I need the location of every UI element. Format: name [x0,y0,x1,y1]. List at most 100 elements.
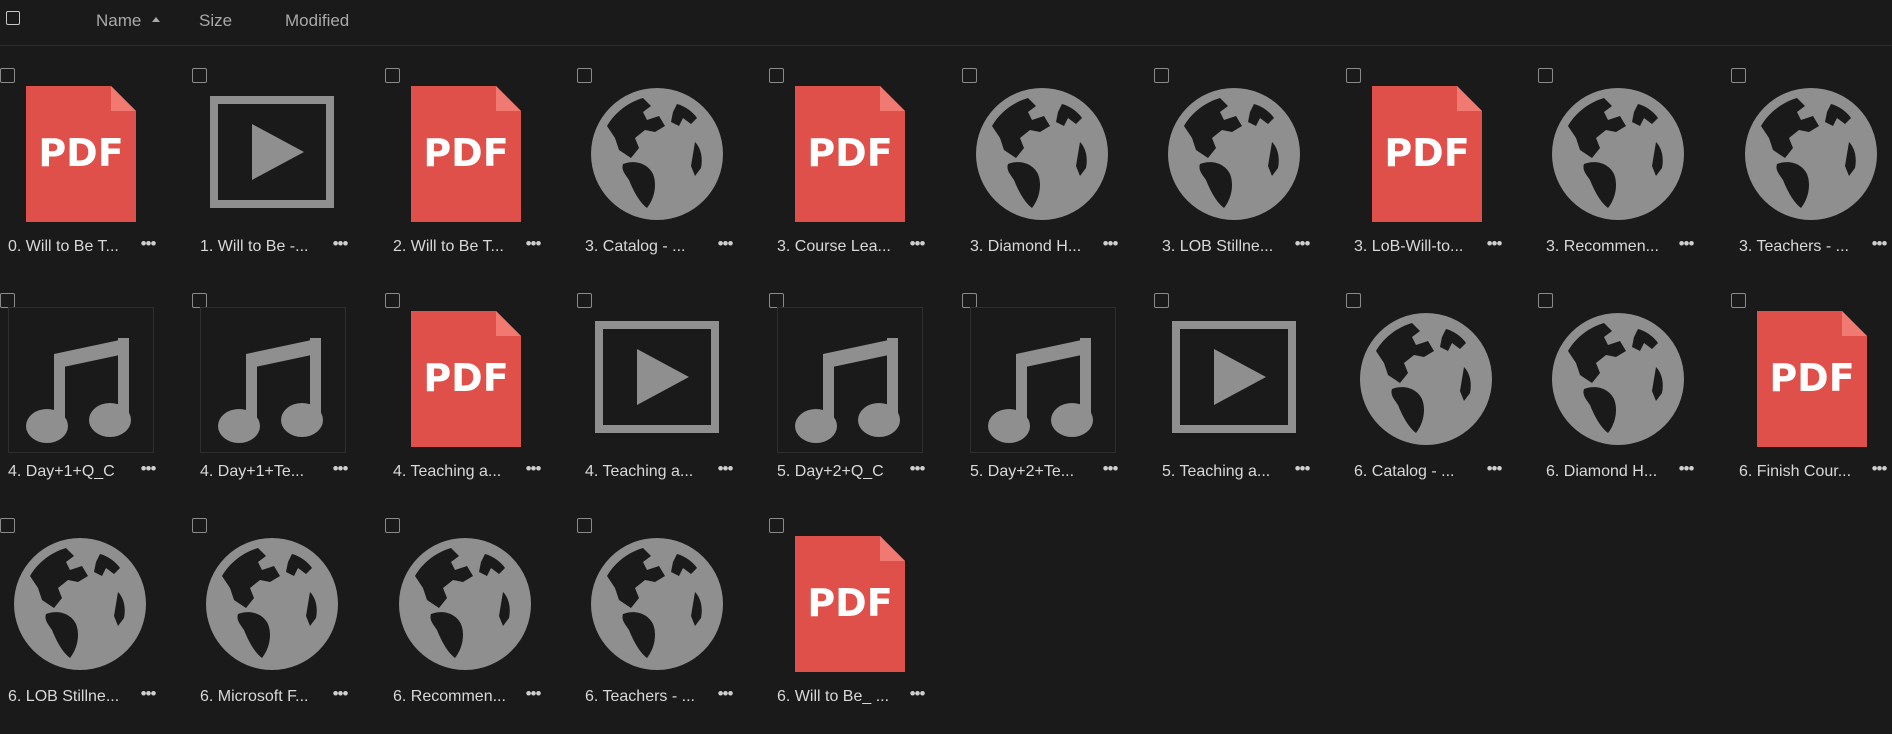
file-tile[interactable]: 6. Microsoft F... ••• [192,514,384,734]
file-select-checkbox[interactable] [385,68,400,83]
file-name[interactable]: 4. Day+1+Te... [200,463,328,481]
more-options-icon[interactable]: ••• [1098,459,1122,481]
more-options-icon[interactable]: ••• [1290,234,1314,256]
file-name[interactable]: 6. Recommen... [393,688,521,706]
file-select-checkbox[interactable] [192,293,207,308]
more-options-icon[interactable]: ••• [1867,234,1891,256]
file-select-checkbox[interactable] [1346,68,1361,83]
file-tile[interactable]: 4. Day+1+Te... ••• [192,289,384,509]
file-tile[interactable]: 4. Day+1+Q_C ••• [0,289,192,509]
file-tile[interactable]: 5. Teaching a... ••• [1154,289,1346,509]
more-options-icon[interactable]: ••• [521,684,545,706]
file-select-checkbox[interactable] [0,68,15,83]
file-thumbnail[interactable] [585,532,731,678]
more-options-icon[interactable]: ••• [521,234,545,256]
file-thumbnail[interactable] [777,307,923,453]
file-tile[interactable]: 3. Diamond H... ••• [962,64,1154,284]
column-header-size[interactable]: Size [199,11,232,31]
more-options-icon[interactable]: ••• [136,684,160,706]
file-thumbnail[interactable]: PDF [1739,307,1885,453]
more-options-icon[interactable]: ••• [328,459,352,481]
file-select-checkbox[interactable] [769,293,784,308]
file-name[interactable]: 4. Day+1+Q_C [8,463,136,481]
file-thumbnail[interactable] [200,307,346,453]
file-thumbnail[interactable] [585,307,731,453]
file-name[interactable]: 3. Teachers - ... [1739,238,1867,256]
file-tile[interactable]: 6. Diamond H... ••• [1538,289,1730,509]
file-select-checkbox[interactable] [577,68,592,83]
file-thumbnail[interactable] [1162,307,1308,453]
file-name[interactable]: 1. Will to Be -... [200,238,328,256]
file-thumbnail[interactable] [970,307,1116,453]
file-tile[interactable]: PDF 6. Finish Cour... ••• [1731,289,1892,509]
file-tile[interactable]: 3. Teachers - ... ••• [1731,64,1892,284]
file-select-checkbox[interactable] [192,68,207,83]
file-thumbnail[interactable]: PDF [1354,82,1500,228]
file-thumbnail[interactable]: PDF [393,82,539,228]
file-thumbnail[interactable]: PDF [777,532,923,678]
file-tile[interactable]: PDF 3. Course Lea... ••• [769,64,961,284]
file-thumbnail[interactable]: PDF [777,82,923,228]
more-options-icon[interactable]: ••• [713,234,737,256]
file-thumbnail[interactable]: PDF [393,307,539,453]
more-options-icon[interactable]: ••• [1482,234,1506,256]
file-name[interactable]: 6. Finish Cour... [1739,463,1867,481]
file-select-checkbox[interactable] [1154,68,1169,83]
file-select-checkbox[interactable] [1538,293,1553,308]
file-select-checkbox[interactable] [1731,68,1746,83]
file-name[interactable]: 0. Will to Be T... [8,238,136,256]
file-select-checkbox[interactable] [192,518,207,533]
more-options-icon[interactable]: ••• [521,459,545,481]
more-options-icon[interactable]: ••• [1674,459,1698,481]
file-select-checkbox[interactable] [1346,293,1361,308]
file-select-checkbox[interactable] [0,518,15,533]
more-options-icon[interactable]: ••• [713,459,737,481]
more-options-icon[interactable]: ••• [136,459,160,481]
file-tile[interactable]: PDF 0. Will to Be T... ••• [0,64,192,284]
file-select-checkbox[interactable] [962,68,977,83]
file-thumbnail[interactable] [1546,307,1692,453]
file-tile[interactable]: 5. Day+2+Q_C ••• [769,289,961,509]
file-thumbnail[interactable] [393,532,539,678]
file-tile[interactable]: 6. Catalog - ... ••• [1346,289,1538,509]
more-options-icon[interactable]: ••• [328,234,352,256]
more-options-icon[interactable]: ••• [905,234,929,256]
more-options-icon[interactable]: ••• [1290,459,1314,481]
more-options-icon[interactable]: ••• [905,459,929,481]
file-name[interactable]: 3. Catalog - ... [585,238,713,256]
file-select-checkbox[interactable] [0,293,15,308]
file-tile[interactable]: PDF 6. Will to Be_ ... ••• [769,514,961,734]
file-tile[interactable]: 3. Catalog - ... ••• [577,64,769,284]
more-options-icon[interactable]: ••• [1674,234,1698,256]
select-all-checkbox[interactable] [6,11,20,25]
file-tile[interactable]: PDF 4. Teaching a... ••• [385,289,577,509]
file-select-checkbox[interactable] [769,68,784,83]
more-options-icon[interactable]: ••• [905,684,929,706]
file-select-checkbox[interactable] [385,518,400,533]
file-name[interactable]: 6. Teachers - ... [585,688,713,706]
column-header-modified[interactable]: Modified [285,11,349,31]
file-tile[interactable]: PDF 3. LoB-Will-to... ••• [1346,64,1538,284]
file-tile[interactable]: PDF 2. Will to Be T... ••• [385,64,577,284]
file-tile[interactable]: 6. LOB Stillne... ••• [0,514,192,734]
file-thumbnail[interactable] [200,82,346,228]
file-thumbnail[interactable] [200,532,346,678]
file-tile[interactable]: 4. Teaching a... ••• [577,289,769,509]
file-thumbnail[interactable] [8,532,154,678]
file-name[interactable]: 5. Day+2+Q_C [777,463,905,481]
file-tile[interactable]: 6. Recommen... ••• [385,514,577,734]
file-name[interactable]: 3. Recommen... [1546,238,1674,256]
file-select-checkbox[interactable] [1154,293,1169,308]
file-name[interactable]: 6. Microsoft F... [200,688,328,706]
file-tile[interactable]: 3. LOB Stillne... ••• [1154,64,1346,284]
more-options-icon[interactable]: ••• [1482,459,1506,481]
more-options-icon[interactable]: ••• [1867,459,1891,481]
file-select-checkbox[interactable] [577,293,592,308]
file-tile[interactable]: 5. Day+2+Te... ••• [962,289,1154,509]
file-name[interactable]: 3. Diamond H... [970,238,1098,256]
file-name[interactable]: 5. Day+2+Te... [970,463,1098,481]
file-name[interactable]: 6. Will to Be_ ... [777,688,905,706]
file-select-checkbox[interactable] [385,293,400,308]
file-name[interactable]: 2. Will to Be T... [393,238,521,256]
file-name[interactable]: 4. Teaching a... [585,463,713,481]
